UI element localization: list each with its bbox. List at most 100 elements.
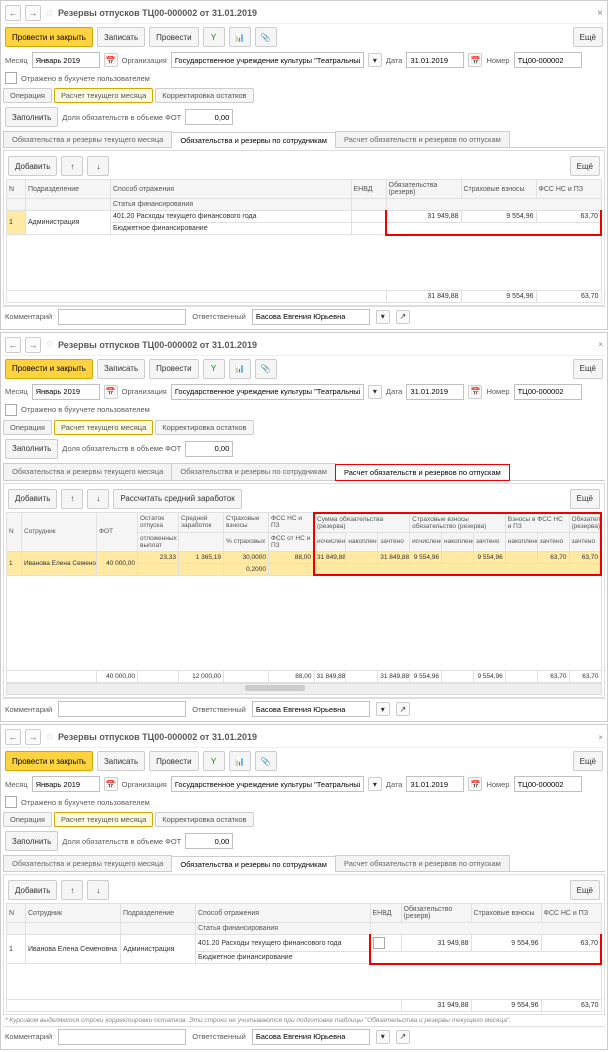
table-row[interactable]: 1 Иванова Елена Семеновна Администрация …: [7, 935, 602, 952]
calc-tab[interactable]: Расчет текущего месяца: [54, 88, 153, 103]
tab2-month[interactable]: Обязательства и резервы текущего месяца: [3, 463, 172, 480]
pay2-icon[interactable]: Y: [203, 359, 225, 379]
date3-field[interactable]: [406, 776, 464, 792]
star-icon[interactable]: ☆: [45, 8, 54, 19]
fwd-icon[interactable]: →: [25, 5, 41, 21]
num-field[interactable]: [514, 52, 582, 68]
share-field[interactable]: [185, 109, 233, 125]
refl2-cb[interactable]: [5, 404, 17, 416]
up3-icon[interactable]: ↑: [61, 880, 83, 900]
att3-icon[interactable]: 📎: [255, 751, 277, 771]
fwd3-icon[interactable]: →: [25, 729, 41, 745]
corr2-tab[interactable]: Корректировка остатков: [155, 420, 253, 435]
pay-icon[interactable]: Y: [203, 27, 225, 47]
pay3-icon[interactable]: Y: [203, 751, 225, 771]
org2-field[interactable]: [171, 384, 364, 400]
fill3-button[interactable]: Заполнить: [5, 831, 58, 851]
cal-icon[interactable]: 📅: [104, 53, 118, 67]
date-field[interactable]: [406, 52, 464, 68]
dd2-icon[interactable]: ▾: [376, 310, 390, 324]
fill-button[interactable]: Заполнить: [5, 107, 58, 127]
pc2-button[interactable]: Провести и закрыть: [5, 359, 93, 379]
close3-icon[interactable]: ×: [598, 733, 603, 742]
dn2-icon[interactable]: ↓: [87, 489, 109, 509]
org3-field[interactable]: [171, 776, 364, 792]
more2-button[interactable]: Ещё: [570, 156, 600, 176]
hscroll[interactable]: [6, 683, 602, 695]
more6-button[interactable]: Ещё: [570, 880, 600, 900]
footnote: * Курсивом выделяются строки корректиров…: [3, 1015, 605, 1026]
att2-icon[interactable]: 📎: [255, 359, 277, 379]
back3-icon[interactable]: ←: [5, 729, 21, 745]
s2-button[interactable]: Записать: [97, 359, 145, 379]
more4-button[interactable]: Ещё: [570, 489, 600, 509]
resp3-field[interactable]: [252, 1029, 370, 1045]
pc3-button[interactable]: Провести и закрыть: [5, 751, 93, 771]
comment2-field[interactable]: [58, 701, 186, 717]
fwd2-icon[interactable]: →: [25, 337, 41, 353]
calc3-tab[interactable]: Расчет текущего месяца: [54, 812, 153, 827]
share3-field[interactable]: [185, 833, 233, 849]
comment3-field[interactable]: [58, 1029, 186, 1045]
add3-button[interactable]: Добавить: [8, 880, 57, 900]
org-field[interactable]: [171, 52, 364, 68]
add-button[interactable]: Добавить: [8, 156, 57, 176]
more3-button[interactable]: Ещё: [573, 359, 603, 379]
post-close-button[interactable]: Провести и закрыть: [5, 27, 93, 47]
more5-button[interactable]: Ещё: [573, 751, 603, 771]
star2-icon[interactable]: ☆: [45, 339, 54, 350]
star3-icon[interactable]: ☆: [45, 732, 54, 743]
add2-button[interactable]: Добавить: [8, 489, 57, 509]
tab3-calc[interactable]: Расчет обязательств и резервов по отпуск…: [335, 855, 510, 871]
date2-field[interactable]: [406, 384, 464, 400]
refl3-cb[interactable]: [5, 796, 17, 808]
tab2-calc[interactable]: Расчет обязательств и резервов по отпуск…: [335, 464, 510, 481]
avg-button[interactable]: Рассчитать средний заработок: [113, 489, 241, 509]
tab-emp[interactable]: Обязательства и резервы по сотрудникам: [171, 132, 336, 148]
down-icon[interactable]: ↓: [87, 156, 109, 176]
back-icon[interactable]: ←: [5, 5, 21, 21]
tab2-emp[interactable]: Обязательства и резервы по сотрудникам: [171, 463, 336, 480]
up2-icon[interactable]: ↑: [61, 489, 83, 509]
s3-button[interactable]: Записать: [97, 751, 145, 771]
rep2-icon[interactable]: 📊: [229, 359, 251, 379]
p2-button[interactable]: Провести: [149, 359, 198, 379]
num3-field[interactable]: [514, 776, 582, 792]
report-icon[interactable]: 📊: [229, 27, 251, 47]
back2-icon[interactable]: ←: [5, 337, 21, 353]
num2-field[interactable]: [514, 384, 582, 400]
tab-calc[interactable]: Расчет обязательств и резервов по отпуск…: [335, 131, 510, 147]
dn3-icon[interactable]: ↓: [87, 880, 109, 900]
save-button[interactable]: Записать: [97, 27, 145, 47]
share2-field[interactable]: [185, 441, 233, 457]
corr3-tab[interactable]: Корректировка остатков: [155, 812, 253, 827]
more-button[interactable]: Ещё: [573, 27, 603, 47]
close2-icon[interactable]: ×: [598, 340, 603, 349]
post-button[interactable]: Провести: [149, 27, 198, 47]
fill2-button[interactable]: Заполнить: [5, 439, 58, 459]
attach-icon[interactable]: 📎: [255, 27, 277, 47]
p3-button[interactable]: Провести: [149, 751, 198, 771]
tab3-emp[interactable]: Обязательства и резервы по сотрудникам: [171, 856, 336, 872]
comment-field[interactable]: [58, 309, 186, 325]
rep3-icon[interactable]: 📊: [229, 751, 251, 771]
resp-field[interactable]: [252, 309, 370, 325]
dd-icon[interactable]: ▾: [368, 53, 382, 67]
resp2-field[interactable]: [252, 701, 370, 717]
table-row[interactable]: 1 Иванова Елена Семеновна 40 000,00 23,3…: [7, 551, 602, 563]
month3-field[interactable]: [32, 776, 100, 792]
month2-field[interactable]: [32, 384, 100, 400]
table-row[interactable]: 1 Администрация 401.20 Расходы текущего …: [7, 211, 602, 223]
open-icon[interactable]: ↗: [396, 310, 410, 324]
tab-month[interactable]: Обязательства и резервы текущего месяца: [3, 131, 172, 147]
up-icon[interactable]: ↑: [61, 156, 83, 176]
month-field[interactable]: [32, 52, 100, 68]
table-3: N Сотрудник Подразделение Способ отражен…: [6, 903, 602, 1012]
cal2-icon[interactable]: 📅: [468, 53, 482, 67]
date-label: Дата: [386, 56, 403, 65]
tab3-month[interactable]: Обязательства и резервы текущего месяца: [3, 855, 172, 871]
calc2-tab[interactable]: Расчет текущего месяца: [54, 420, 153, 435]
corr-tab[interactable]: Корректировка остатков: [155, 88, 253, 103]
close-icon[interactable]: ×: [597, 8, 603, 19]
reflected-checkbox[interactable]: [5, 72, 17, 84]
